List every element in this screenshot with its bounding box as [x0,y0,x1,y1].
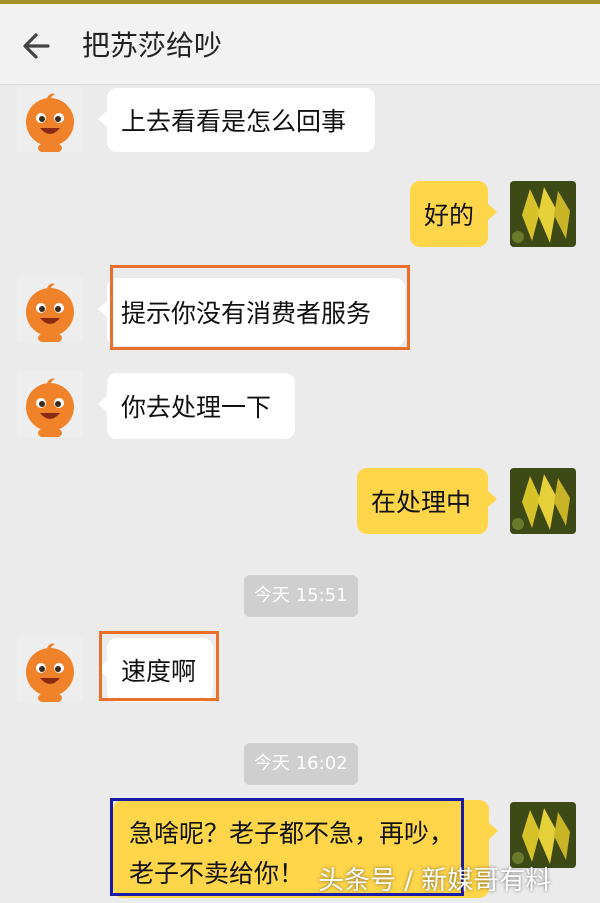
back-arrow-icon[interactable] [18,28,54,64]
contact-avatar[interactable] [17,86,83,152]
contact-avatar[interactable] [17,276,83,342]
starfruit-photo-icon [510,468,576,534]
user-avatar[interactable] [510,802,576,868]
user-avatar[interactable] [510,468,576,534]
orange-mascot-icon [17,86,83,152]
starfruit-photo-icon [510,181,576,247]
contact-avatar[interactable] [17,636,83,702]
orange-mascot-icon [17,371,83,437]
contact-avatar[interactable] [17,371,83,437]
timestamp-chip: 今天 16:02 [244,743,358,785]
message-bubble-outgoing[interactable]: 好的 [410,181,497,247]
message-bubble-outgoing[interactable]: 在处理中 [357,468,497,534]
chat-title: 把苏莎给吵 [82,29,223,62]
user-avatar[interactable] [510,181,576,247]
watermark-text: 头条号 / 新媒哥有料 [318,866,552,896]
message-bubble-incoming[interactable]: 速度啊 [98,638,213,702]
starfruit-photo-icon [510,802,576,868]
message-bubble-incoming[interactable]: 你去处理一下 [98,373,295,439]
chat-header: 把苏莎给吵 [0,4,600,85]
orange-mascot-icon [17,276,83,342]
message-bubble-incoming[interactable]: 提示你没有消费者服务 [98,278,405,346]
message-bubble-incoming[interactable]: 上去看看是怎么回事 [98,88,375,152]
orange-mascot-icon [17,636,83,702]
timestamp-chip: 今天 15:51 [244,575,358,617]
